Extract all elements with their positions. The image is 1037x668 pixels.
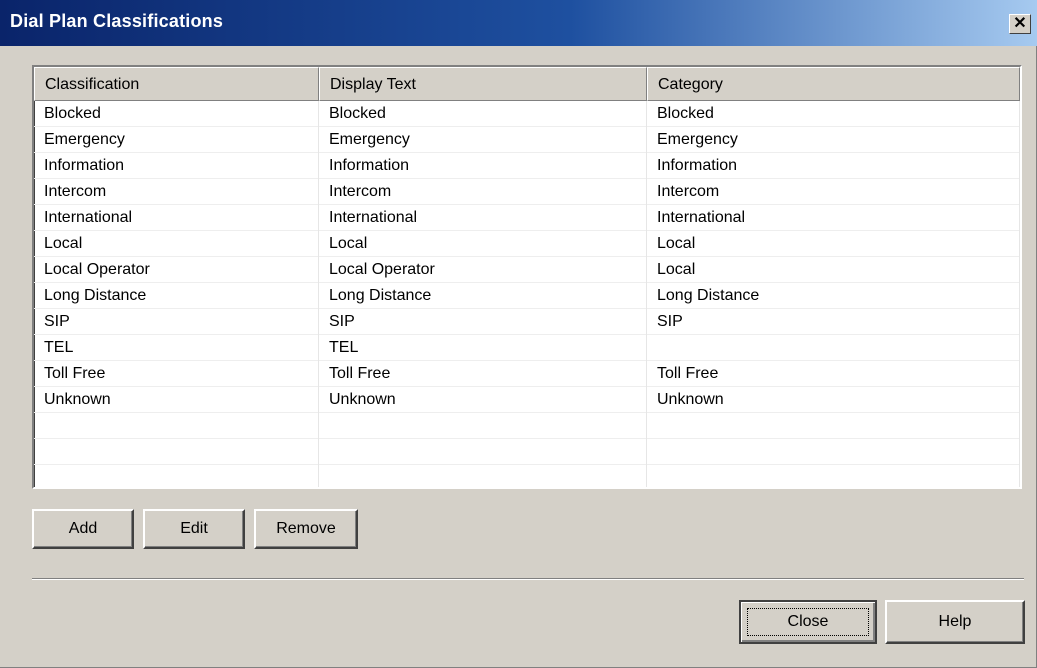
cell-category: Emergency (647, 127, 1020, 153)
cell-classification: Long Distance (34, 283, 319, 309)
cell-display-text (319, 465, 647, 487)
cell-display-text: Toll Free (319, 361, 647, 387)
table-row[interactable]: Long Distance Long Distance Long Distance (34, 283, 1020, 309)
cell-display-text: Local Operator (319, 257, 647, 283)
cell-display-text: TEL (319, 335, 647, 361)
table-row[interactable]: Local Operator Local Operator Local (34, 257, 1020, 283)
cell-display-text: Blocked (319, 101, 647, 127)
table-row[interactable]: SIP SIP SIP (34, 309, 1020, 335)
column-header-category[interactable]: Category (647, 67, 1020, 101)
table-row[interactable] (34, 439, 1020, 465)
remove-button-label: Remove (276, 520, 336, 537)
cell-classification: Blocked (34, 101, 319, 127)
cell-classification: Emergency (34, 127, 319, 153)
cell-category (647, 335, 1020, 361)
cell-display-text: International (319, 205, 647, 231)
cell-category: SIP (647, 309, 1020, 335)
cell-display-text (319, 413, 647, 439)
cell-display-text: Information (319, 153, 647, 179)
cell-classification: Information (34, 153, 319, 179)
help-button[interactable]: Help (885, 600, 1025, 644)
title-bar[interactable]: Dial Plan Classifications ✕ (0, 0, 1037, 46)
cell-display-text: SIP (319, 309, 647, 335)
edit-button-label: Edit (180, 520, 208, 537)
window-title: Dial Plan Classifications (10, 11, 224, 31)
cell-category: Local (647, 231, 1020, 257)
focus-ring (747, 608, 869, 636)
column-header-display-text[interactable]: Display Text (319, 67, 647, 101)
cell-classification (34, 439, 319, 465)
cell-classification: Local Operator (34, 257, 319, 283)
cell-classification: Unknown (34, 387, 319, 413)
dialog-window: Dial Plan Classifications ✕ Classificati… (0, 0, 1037, 668)
cell-category: Long Distance (647, 283, 1020, 309)
cell-category: Information (647, 153, 1020, 179)
cell-classification: Toll Free (34, 361, 319, 387)
cell-category: International (647, 205, 1020, 231)
close-icon: ✕ (1013, 15, 1027, 32)
table-row[interactable]: Local Local Local (34, 231, 1020, 257)
add-button[interactable]: Add (32, 509, 134, 549)
cell-category: Unknown (647, 387, 1020, 413)
table-row[interactable]: Unknown Unknown Unknown (34, 387, 1020, 413)
close-button[interactable]: Close (739, 600, 877, 644)
cell-category: Toll Free (647, 361, 1020, 387)
column-header-classification[interactable]: Classification (34, 67, 319, 101)
cell-classification: Local (34, 231, 319, 257)
cell-display-text: Long Distance (319, 283, 647, 309)
cell-classification: SIP (34, 309, 319, 335)
cell-display-text: Unknown (319, 387, 647, 413)
table-row[interactable]: Toll Free Toll Free Toll Free (34, 361, 1020, 387)
table-row[interactable] (34, 465, 1020, 487)
table-row[interactable]: Emergency Emergency Emergency (34, 127, 1020, 153)
table-row[interactable]: Intercom Intercom Intercom (34, 179, 1020, 205)
cell-classification (34, 413, 319, 439)
table-row[interactable]: International International International (34, 205, 1020, 231)
cell-display-text (319, 439, 647, 465)
cell-classification: Intercom (34, 179, 319, 205)
add-button-label: Add (68, 520, 98, 537)
table-row[interactable]: Information Information Information (34, 153, 1020, 179)
table-row[interactable] (34, 413, 1020, 439)
classifications-list[interactable]: Classification Display Text Category Blo… (32, 65, 1022, 489)
cell-category (647, 413, 1020, 439)
cell-classification: TEL (34, 335, 319, 361)
cell-display-text: Intercom (319, 179, 647, 205)
cell-category: Blocked (647, 101, 1020, 127)
list-header: Classification Display Text Category (34, 67, 1020, 101)
close-window-button[interactable]: ✕ (1009, 14, 1031, 34)
help-button-label: Help (938, 613, 972, 630)
table-row[interactable]: Blocked Blocked Blocked (34, 101, 1020, 127)
cell-classification: International (34, 205, 319, 231)
list-rows: Blocked Blocked Blocked Emergency Emergency E… (34, 101, 1020, 487)
remove-button[interactable]: Remove (254, 509, 358, 549)
separator (32, 578, 1024, 580)
cell-category (647, 465, 1020, 487)
cell-display-text: Emergency (319, 127, 647, 153)
cell-classification (34, 465, 319, 487)
cell-category (647, 439, 1020, 465)
cell-display-text: Local (319, 231, 647, 257)
table-row[interactable]: TEL TEL (34, 335, 1020, 361)
edit-button[interactable]: Edit (143, 509, 245, 549)
cell-category: Local (647, 257, 1020, 283)
cell-category: Intercom (647, 179, 1020, 205)
